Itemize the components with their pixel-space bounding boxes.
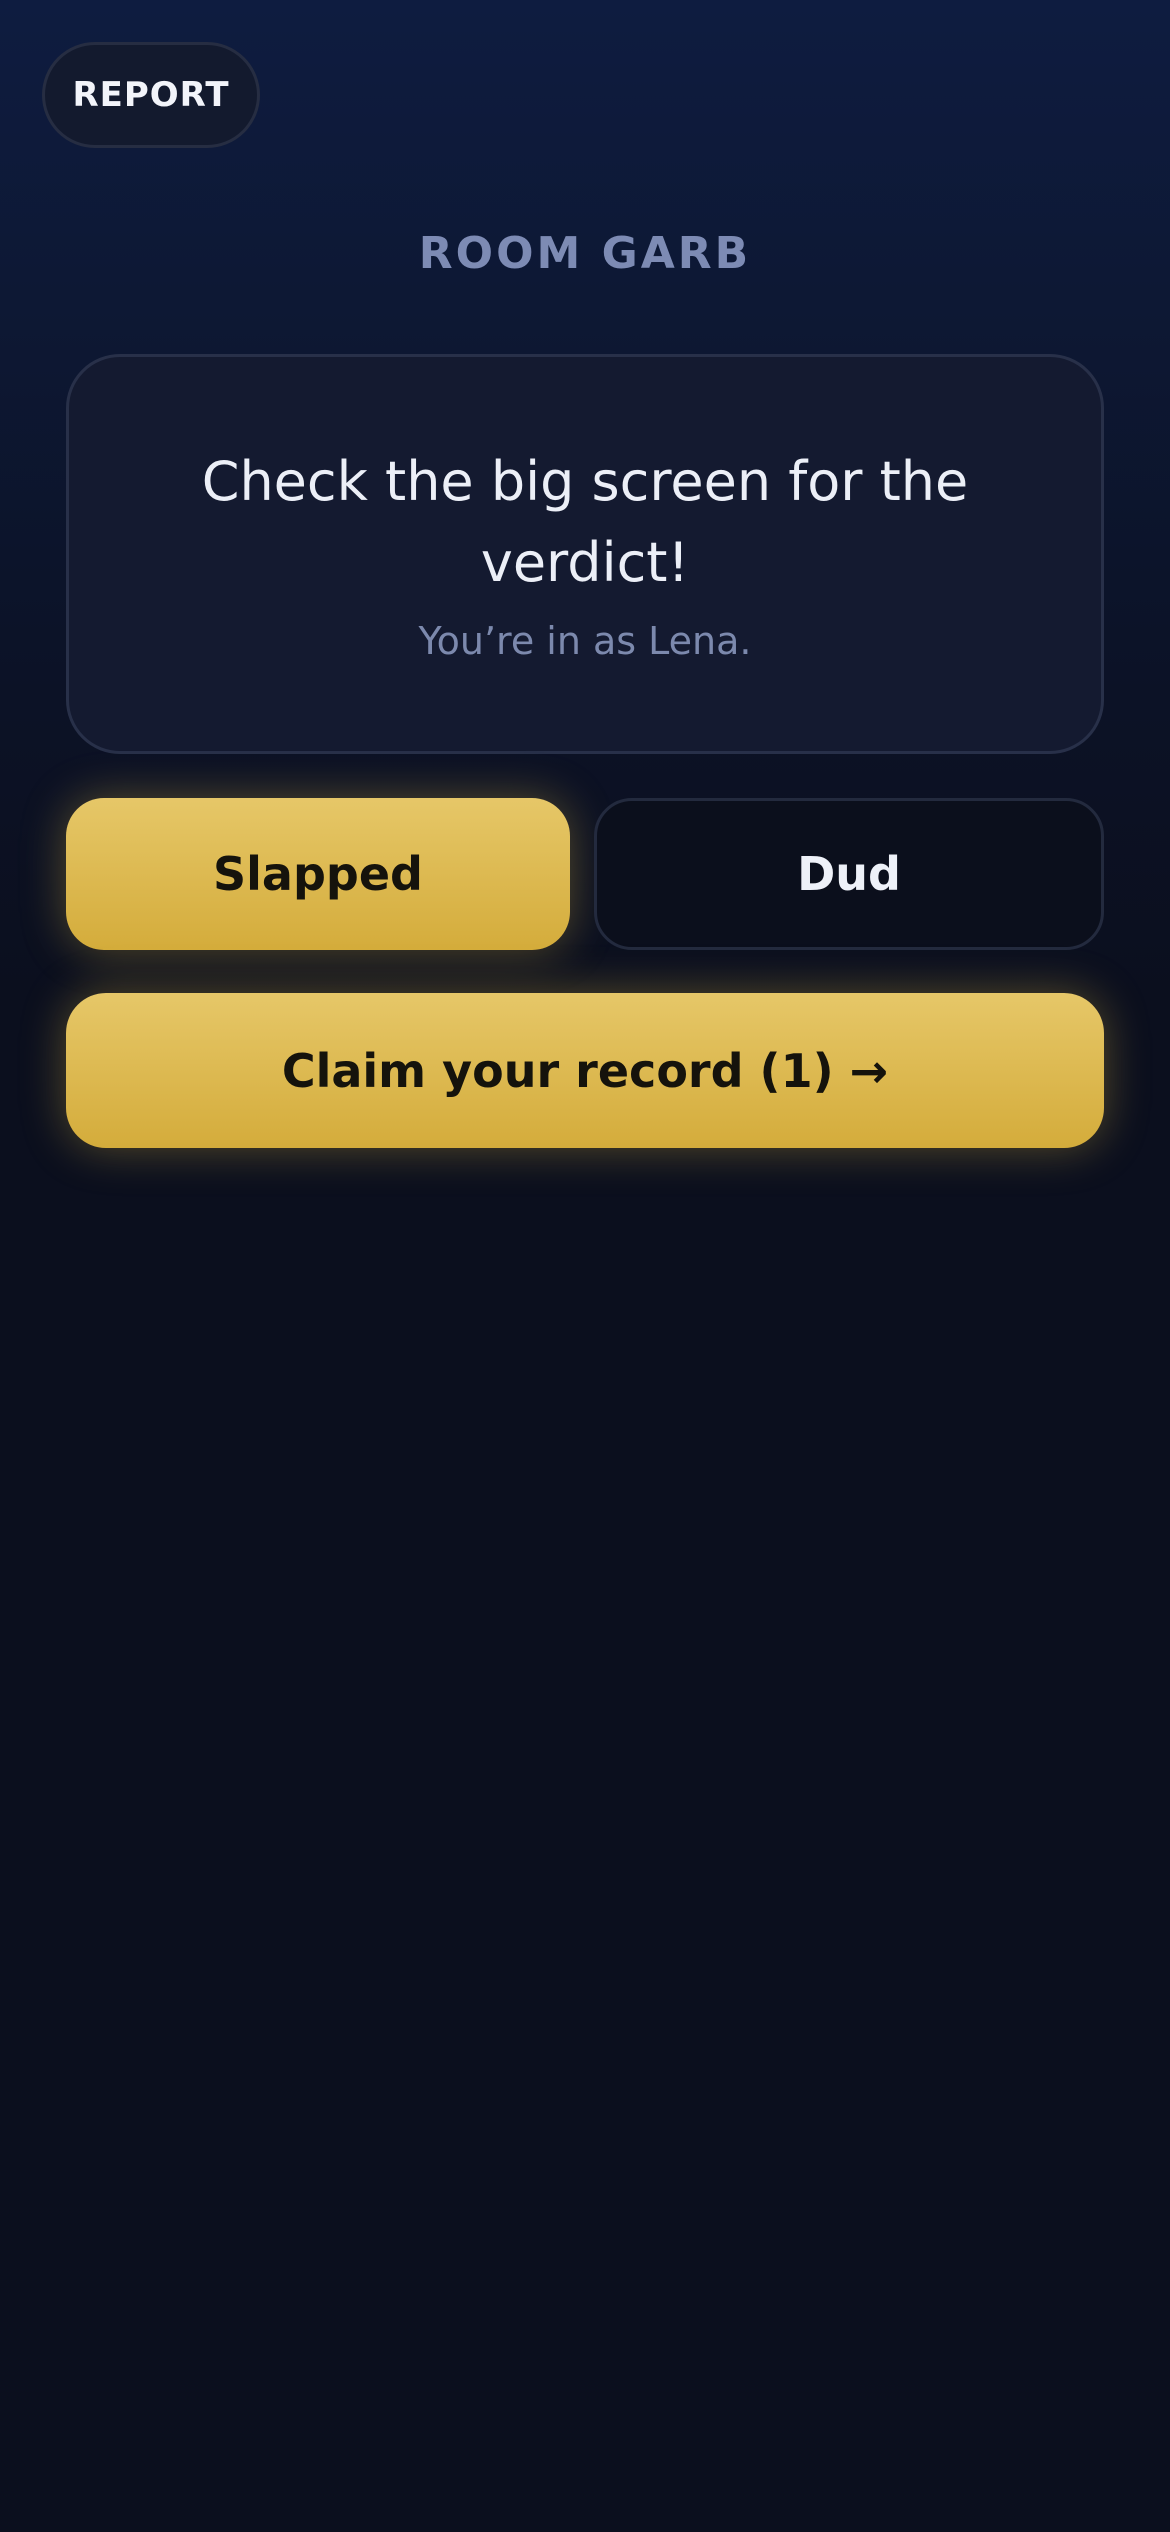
- verdict-message: Check the big screen for the verdict!: [201, 450, 969, 594]
- claim-record-button[interactable]: Claim your record (1) →: [66, 993, 1104, 1148]
- room-title: ROOM GARB: [418, 228, 752, 279]
- dud-button[interactable]: Dud: [594, 798, 1104, 950]
- report-button[interactable]: REPORT: [42, 42, 260, 148]
- slapped-button[interactable]: Slapped: [66, 798, 570, 950]
- status-card: Check the big screen for the verdict! Yo…: [66, 354, 1104, 754]
- player-status: You’re in as Lena.: [418, 619, 752, 663]
